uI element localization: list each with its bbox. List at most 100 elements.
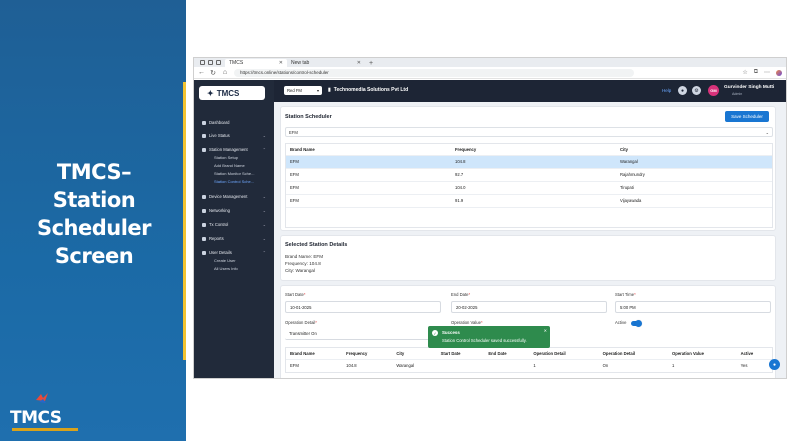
sidebar-sub-create-user[interactable]: Create User (214, 258, 236, 263)
copilot-icon[interactable] (776, 69, 782, 76)
cell: Warangal (616, 154, 772, 168)
chevron-down-icon: ⌄ (262, 133, 266, 138)
home-icon[interactable]: ⌂ (222, 69, 228, 76)
address-bar: ← ↻ ⌂ https://tmcs.online/stations/contr… (194, 67, 786, 79)
table-row[interactable]: EFM 92.7 Rajahmundry (286, 167, 772, 181)
save-scheduler-button[interactable]: Save Scheduler (725, 111, 769, 122)
table-row[interactable]: EFM 104.0 Tirupati (286, 180, 772, 194)
table-row[interactable]: EFM 104.8 Warangal 1 On 1 Yes (286, 358, 772, 372)
favorite-icon[interactable]: ☆ (742, 69, 747, 76)
slide-left-panel: TMCS– Station Scheduler Screen TMCS (0, 0, 186, 441)
active-toggle[interactable] (631, 320, 642, 327)
tab-new-tab[interactable]: New tab ✕ (287, 59, 365, 67)
chevron-up-icon: ⌃ (262, 147, 266, 152)
column-header[interactable]: City (392, 348, 436, 359)
scheduler-card: Station Scheduler Save Scheduler EFM ⌄ B… (280, 106, 776, 231)
browser-window: TMCS ✕ New tab ✕ + ← ↻ ⌂ https://tmcs.on… (193, 57, 787, 379)
start-time-label: Start Time* (615, 292, 636, 297)
cell: Yes (736, 358, 772, 372)
sidebar-sub-all-users[interactable]: All Users Info (214, 266, 238, 271)
sidebar-sub-station-setup[interactable]: Station Setup (214, 155, 238, 160)
column-header[interactable]: Brand Name (286, 348, 342, 359)
close-icon[interactable]: ✕ (544, 328, 547, 333)
sidebar-item-device-management[interactable]: Device Management ⌄ (202, 194, 266, 199)
station-select[interactable]: Red FM ▾ (284, 86, 322, 95)
cell (436, 358, 485, 372)
stations-table: Brand Name Frequency City EFM 104.8 Wara… (285, 143, 773, 228)
column-header[interactable]: Brand Name (286, 144, 451, 155)
end-date-label: End Date* (451, 292, 471, 297)
table-row[interactable]: EFM 104.8 Warangal (286, 154, 772, 168)
column-header[interactable]: Operation Detail (599, 348, 668, 359)
sidebar-item-tx-control[interactable]: Tx Control ⌄ (202, 222, 266, 227)
operation-detail-label: Operation Detail* (285, 320, 317, 325)
close-icon[interactable]: ✕ (279, 60, 283, 66)
refresh-icon[interactable]: ↻ (210, 69, 216, 77)
sidebar-item-dashboard[interactable]: Dashboard (202, 120, 266, 125)
column-header[interactable]: Frequency (342, 348, 392, 359)
table-header: Brand Name Frequency City Start Date End… (286, 348, 772, 359)
sidebar-item-station-management[interactable]: Station Management ⌃ (202, 147, 266, 152)
schedule-table: Brand Name Frequency City Start Date End… (285, 347, 773, 373)
logo-text: TMCS (10, 408, 62, 428)
back-icon[interactable]: ← (198, 69, 205, 76)
app-logo-text: TMCS (216, 88, 240, 98)
table-row[interactable]: EFM 91.9 Vijayawada (286, 193, 772, 207)
cell: Vijayawada (616, 193, 772, 207)
end-date-input[interactable]: 20-02-2025 (451, 301, 607, 313)
chat-icon[interactable]: ● (769, 359, 780, 370)
tab-tmcs[interactable]: TMCS ✕ (225, 59, 287, 67)
collections-icon[interactable]: ⧉ (754, 69, 758, 76)
sidebar-item-label: Device Management (209, 194, 248, 199)
tab-label: New tab (291, 60, 310, 66)
extensions-icon[interactable]: ⋯ (764, 69, 770, 76)
chevron-down-icon: ⌄ (765, 129, 769, 135)
tab-list-icon[interactable] (208, 60, 213, 65)
sidebar-sub-control-scheduler[interactable]: Station Control Sche... (214, 179, 254, 184)
sidebar-sub-add-brand[interactable]: Add Brand Name (214, 163, 245, 168)
sidebar-item-reports[interactable]: Reports ⌄ (202, 236, 266, 241)
table-header: Brand Name Frequency City (286, 144, 772, 155)
sidebar-item-label: Station Management (209, 147, 248, 152)
column-header[interactable]: City (616, 144, 772, 155)
start-date-label: Start Date* (285, 292, 306, 297)
new-tab-icon[interactable]: + (369, 60, 373, 67)
selected-frequency: Frequency: 104.8 (285, 261, 321, 266)
sidebar-item-live-status[interactable]: Live Status ⌄ (202, 133, 266, 138)
column-header[interactable]: Operation Detail (529, 348, 598, 359)
app: ✦ TMCS Dashboard Live Status ⌄ Station Ma… (194, 80, 786, 378)
selected-city: City: Warangal (285, 268, 315, 273)
column-header[interactable]: Frequency (451, 144, 616, 155)
operation-detail-select[interactable]: Transmitter On ⌄ (285, 328, 441, 340)
vertical-tabs-icon[interactable] (216, 60, 221, 65)
workspace-icon[interactable] (200, 60, 205, 65)
check-icon: ✓ (432, 330, 438, 336)
column-header[interactable]: Operation Value (668, 348, 737, 359)
cell: Tirupati (616, 180, 772, 194)
sidebar-item-networking[interactable]: Networking ⌄ (202, 208, 266, 213)
avatar[interactable]: GM (708, 85, 719, 96)
chevron-up-icon: ⌃ (262, 250, 266, 255)
start-time-input[interactable]: 5:00 PM (615, 301, 771, 313)
url-field[interactable]: https://tmcs.online/stations/control-sch… (234, 68, 634, 77)
logo-underline (12, 428, 78, 431)
column-header[interactable]: End Date (484, 348, 529, 359)
selected-brand: Brand Name: EFM (285, 254, 324, 259)
settings-icon[interactable]: ⚙ (692, 86, 701, 95)
help-link[interactable]: Help (662, 88, 671, 93)
sidebar-item-user-details[interactable]: User Details ⌃ (202, 250, 266, 255)
sidebar-sub-monitor-scheduler[interactable]: Station Monitor Sche... (214, 171, 254, 176)
bell-icon[interactable]: ● (678, 86, 687, 95)
column-header[interactable]: Active (737, 348, 772, 359)
start-date-input[interactable]: 10-01-2025 (285, 301, 441, 313)
cell: Rajahmundry (616, 167, 772, 181)
close-icon[interactable]: ✕ (357, 60, 361, 66)
toast-message: Station Control Scheduler saved successf… (442, 338, 527, 343)
brand-dropdown[interactable]: EFM ⌄ (285, 127, 773, 137)
cell: EFM (286, 358, 343, 372)
cell: 92.7 (451, 167, 616, 181)
page-title: Station Scheduler (285, 114, 332, 120)
column-header[interactable]: Start Date (437, 348, 485, 359)
app-logo[interactable]: ✦ TMCS (199, 86, 265, 100)
chevron-down-icon: ⌄ (262, 194, 266, 199)
